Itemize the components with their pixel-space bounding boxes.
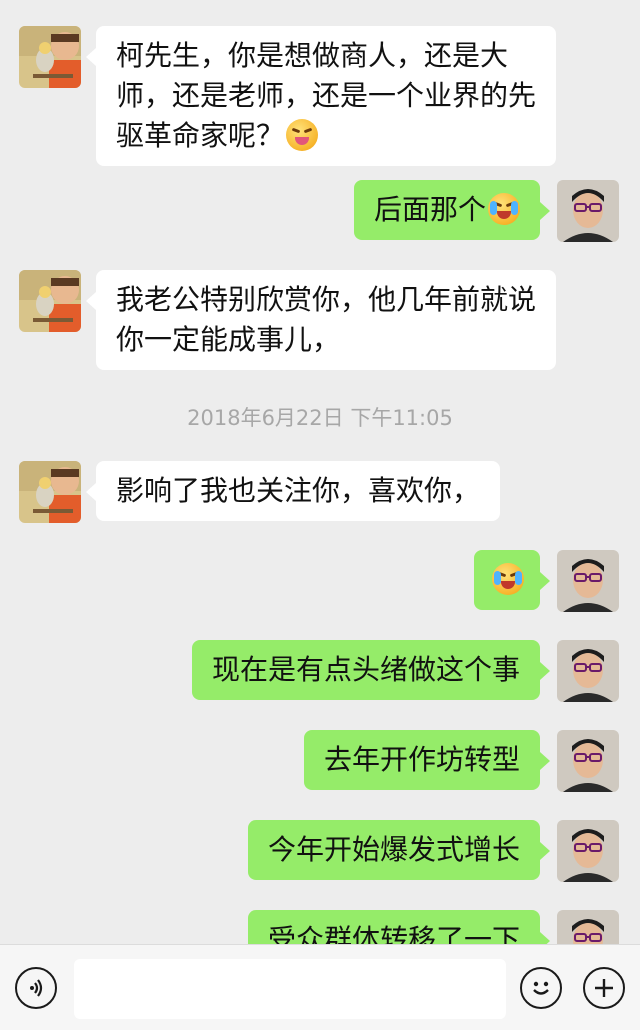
plus-icon[interactable] [583,967,625,1009]
message-text: 受众群体转移了一下 [267,923,520,944]
user-avatar[interactable] [557,820,619,882]
message-bubble-incoming[interactable]: 我老公特别欣赏你，他几年前就说 你一定能成事儿， [85,270,557,370]
message-bubble-outgoing[interactable]: 去年开作坊转型 [303,730,551,790]
user-avatar[interactable] [557,730,619,792]
smiley-icon[interactable] [520,967,562,1009]
user-avatar[interactable] [557,550,619,612]
message-bubble-outgoing[interactable]: 今年开始爆发式增长 [247,820,551,880]
message-text: 柯先生，你是想做商人，还是大 [116,39,509,72]
message-text: 去年开作坊转型 [323,743,520,776]
message-text: 驱革命家呢？ [116,119,285,152]
user-avatar[interactable] [557,180,619,242]
laughing-tears-face-icon [488,193,520,225]
message-input[interactable] [74,959,506,1019]
message-text: 师，还是老师，还是一个业界的先 [116,79,537,112]
message-text: 今年开始爆发式增长 [267,833,520,866]
message-text: 影响了我也关注你，喜欢你， [116,474,481,507]
message-bubble-incoming[interactable]: 影响了我也关注你，喜欢你， [85,461,501,521]
message-text: 后面那个 [373,193,486,226]
contact-avatar[interactable] [19,461,81,523]
contact-avatar[interactable] [19,26,81,88]
message-bubble-incoming[interactable]: 柯先生，你是想做商人，还是大 师，还是老师，还是一个业界的先 驱革命家呢？ [85,26,557,166]
message-bubble-outgoing[interactable] [474,550,550,610]
contact-avatar[interactable] [19,270,81,332]
chat-message-list[interactable]: 柯先生，你是想做商人，还是大 师，还是老师，还是一个业界的先 驱革命家呢？ 后面… [0,0,640,944]
laughing-tears-face-icon [492,563,524,595]
voice-icon[interactable] [15,967,57,1009]
message-input-bar [0,944,640,1030]
user-avatar[interactable] [557,640,619,702]
message-text: 你一定能成事儿， [116,323,341,356]
tongue-face-icon [286,119,319,151]
message-bubble-outgoing[interactable]: 后面那个 [353,180,551,240]
message-text: 现在是有点头绪做这个事 [211,653,520,686]
user-avatar[interactable] [557,910,619,944]
message-bubble-outgoing[interactable]: 受众群体转移了一下 [247,910,551,944]
message-text: 我老公特别欣赏你，他几年前就说 [116,283,537,316]
message-bubble-outgoing[interactable]: 现在是有点头绪做这个事 [191,640,551,700]
chat-timestamp: 2018年6月22日 下午11:05 [187,406,453,430]
